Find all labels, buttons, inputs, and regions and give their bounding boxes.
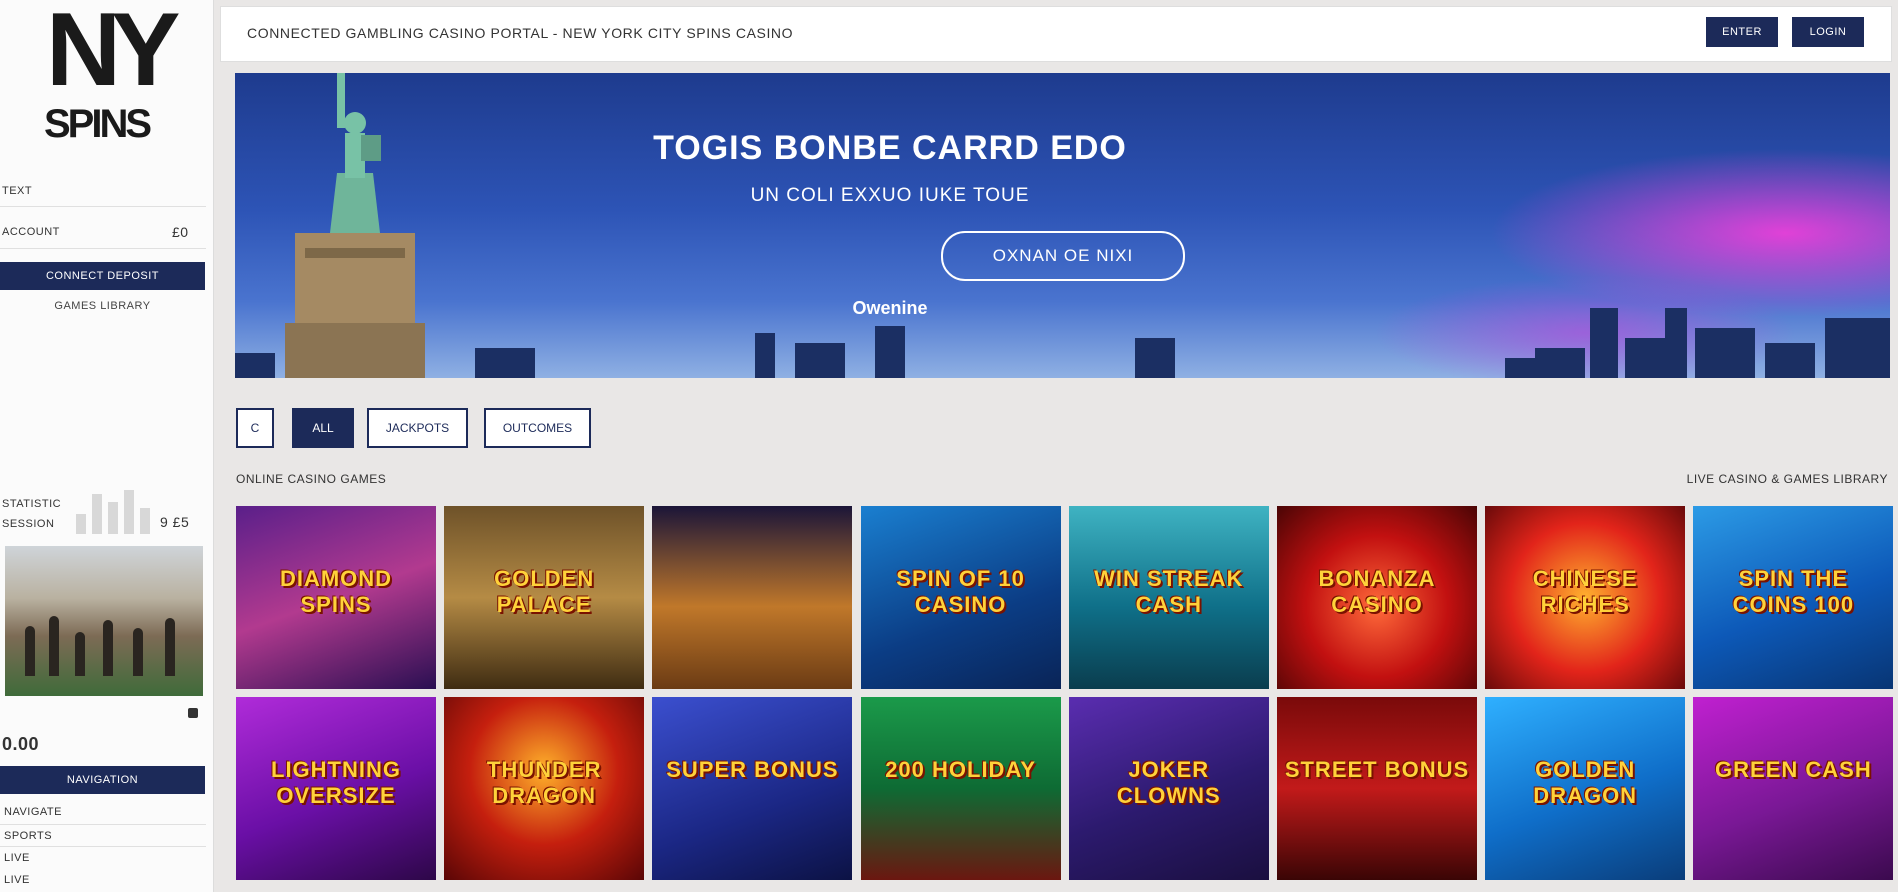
- mini-bar: [140, 508, 150, 534]
- section-title: ONLINE CASINO GAMES: [236, 472, 387, 486]
- game-tile[interactable]: 200 HOLIDAY: [860, 697, 1061, 880]
- hero-banner[interactable]: TOGIS BONBE CARRD EDO UN COLI EXXUO IUKE…: [235, 73, 1890, 378]
- game-title: CHINESE RICHES: [1532, 566, 1638, 617]
- filter-icon-button[interactable]: C: [236, 408, 274, 448]
- figure: [103, 620, 113, 676]
- mini-bar: [92, 494, 102, 534]
- game-tile[interactable]: WIN STREAK CASH: [1068, 506, 1269, 689]
- game-tile[interactable]: DIAMOND SPINS: [236, 506, 436, 689]
- game-title: GREEN CASH: [1715, 757, 1872, 782]
- filter-outcomes[interactable]: OUTCOMES: [484, 408, 591, 448]
- figure: [49, 616, 59, 676]
- hero-link[interactable]: Owenine: [235, 298, 1545, 319]
- game-title: GOLDEN DRAGON: [1533, 757, 1638, 808]
- top-bar: CONNECTED GAMBLING CASINO PORTAL - NEW Y…: [220, 6, 1892, 62]
- nav-item[interactable]: LIVE: [4, 852, 30, 864]
- game-tile[interactable]: SPIN THE COINS 100: [1693, 506, 1894, 689]
- navigation-button[interactable]: NAVIGATION: [0, 766, 205, 794]
- lock-icon: [188, 708, 198, 718]
- stats-label: STATISTIC: [2, 498, 62, 510]
- divider: [0, 206, 206, 207]
- figure: [75, 632, 85, 676]
- game-tile[interactable]: GOLDEN DRAGON: [1485, 697, 1686, 880]
- divider: [0, 248, 206, 249]
- game-tile[interactable]: GREEN CASH: [1693, 697, 1894, 880]
- game-tile[interactable]: STREET BONUS: [1277, 697, 1477, 880]
- figure: [25, 626, 35, 676]
- hero-cta-button[interactable]: OXNAN OE NIXI: [941, 231, 1185, 281]
- enter-button[interactable]: ENTER: [1706, 17, 1778, 47]
- game-title: STREET BONUS: [1284, 757, 1470, 782]
- section-link[interactable]: LIVE CASINO & GAMES LIBRARY: [1687, 472, 1888, 486]
- sidebar-label-text: TEXT: [2, 185, 33, 197]
- hero-title: TOGIS BONBE CARRD EDO: [653, 129, 1127, 167]
- game-title: JOKER CLOWNS: [1116, 757, 1221, 808]
- game-title: 200 HOLIDAY: [885, 757, 1036, 782]
- game-title: WIN STREAK CASH: [1094, 566, 1244, 617]
- game-title: BONANZA CASINO: [1318, 566, 1436, 617]
- logo-bottom: SPINS: [44, 102, 152, 146]
- filter-all[interactable]: ALL: [292, 408, 354, 448]
- divider: [0, 846, 206, 847]
- game-title: THUNDER DRAGON: [486, 757, 602, 808]
- logo[interactable]: NY SPINS: [40, 0, 181, 156]
- game-title: SPIN THE COINS 100: [1732, 566, 1855, 617]
- site-tagline: CONNECTED GAMBLING CASINO PORTAL - NEW Y…: [247, 25, 794, 41]
- account-label: ACCOUNT: [2, 226, 60, 238]
- promo-photo[interactable]: [5, 546, 203, 696]
- game-title: LIGHTNING OVERSIZE: [271, 757, 401, 808]
- stats-value: 9 £5: [160, 514, 190, 530]
- figure: [165, 618, 175, 676]
- login-button[interactable]: LOGIN: [1792, 17, 1864, 47]
- games-library-link[interactable]: GAMES LIBRARY: [0, 300, 205, 312]
- nav-item[interactable]: SPORTS: [4, 830, 52, 842]
- game-tile[interactable]: LIGHTNING OVERSIZE: [236, 697, 436, 880]
- nav-item[interactable]: LIVE: [4, 874, 30, 886]
- mini-bar: [108, 502, 118, 534]
- deposit-button[interactable]: CONNECT DEPOSIT: [0, 262, 205, 290]
- game-tile[interactable]: SPIN OF 10 CASINO: [860, 506, 1061, 689]
- game-tile[interactable]: SUPER BONUS: [652, 697, 853, 880]
- mini-bar: [124, 490, 134, 534]
- figure: [133, 628, 143, 676]
- statue-of-liberty: [285, 73, 425, 378]
- logo-top: NY: [46, 0, 181, 108]
- sidebar: NY SPINS TEXT ACCOUNT £0 CONNECT DEPOSIT…: [0, 0, 214, 892]
- mini-bar: [76, 514, 86, 534]
- nav-item[interactable]: NAVIGATE: [4, 806, 62, 818]
- game-tile[interactable]: [652, 506, 853, 689]
- filter-jackpots[interactable]: JACKPOTS: [367, 408, 468, 448]
- account-value: £0: [172, 224, 189, 240]
- game-tile[interactable]: BONANZA CASINO: [1277, 506, 1477, 689]
- game-title: SPIN OF 10 CASINO: [896, 566, 1025, 617]
- game-tile[interactable]: GOLDEN PALACE: [444, 506, 645, 689]
- session-label: SESSION: [2, 518, 55, 530]
- balance-value: 0.00: [2, 734, 40, 754]
- mini-bar-chart: [76, 488, 166, 534]
- game-title: SUPER BONUS: [666, 757, 839, 782]
- game-title: GOLDEN PALACE: [494, 566, 595, 617]
- games-grid: DIAMOND SPINS GOLDEN PALACE SPIN OF 10 CAS…: [236, 506, 1894, 892]
- hero-subtitle: UN COLI EXXUO IUKE TOUE: [750, 185, 1030, 206]
- divider: [0, 824, 206, 825]
- game-tile[interactable]: THUNDER DRAGON: [444, 697, 645, 880]
- game-tile[interactable]: CHINESE RICHES: [1485, 506, 1686, 689]
- game-title: DIAMOND SPINS: [279, 566, 393, 617]
- game-tile[interactable]: JOKER CLOWNS: [1068, 697, 1269, 880]
